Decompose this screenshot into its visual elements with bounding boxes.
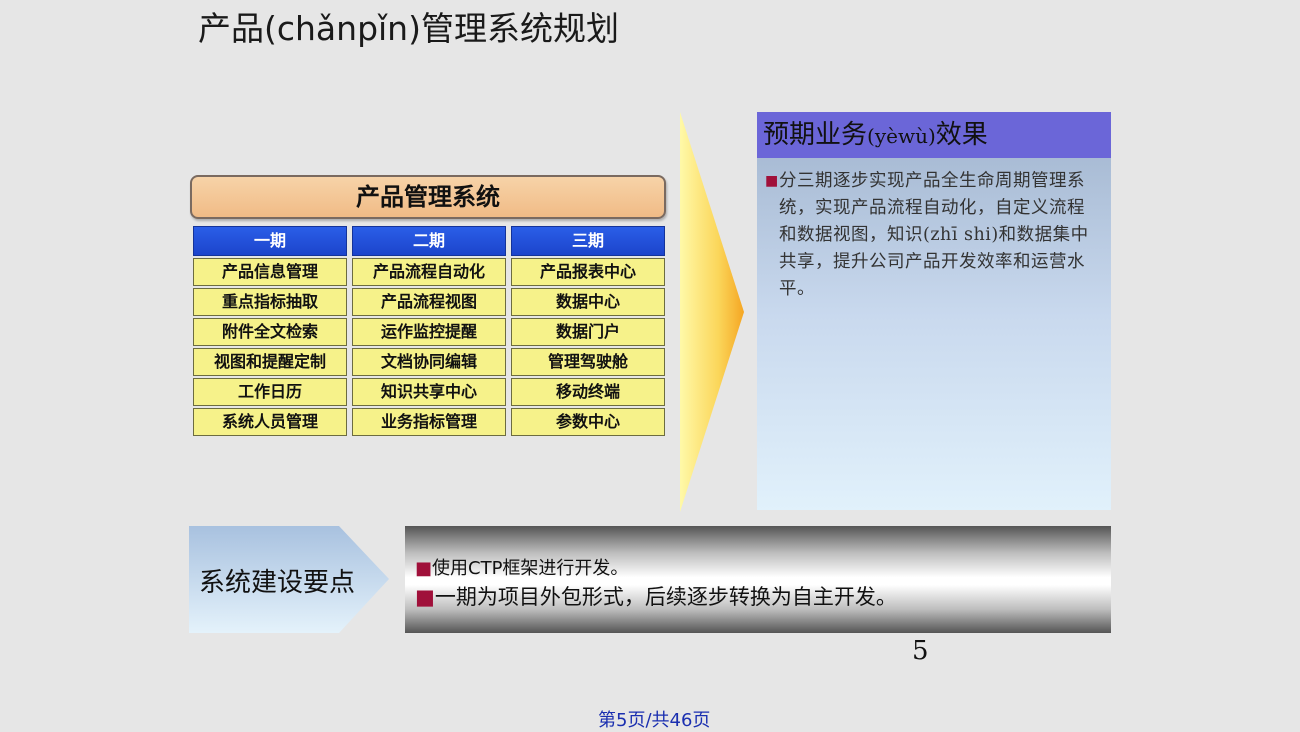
effect-panel-body: ■ 分三期逐步实现产品全生命周期管理系统，实现产品流程自动化，自定义流程和数据视… [757, 158, 1111, 510]
page-number: 5 [912, 636, 929, 666]
phase-item: 附件全文检索 [193, 318, 347, 346]
bullet-icon: ■ [415, 585, 435, 609]
phase-item: 数据门户 [511, 318, 665, 346]
phase-column-3: 三期 产品报表中心 数据中心 数据门户 管理驾驶舱 移动终端 参数中心 [511, 226, 665, 436]
effect-title-pinyin: (yèwù) [867, 124, 936, 148]
phase-item: 参数中心 [511, 408, 665, 436]
phase-item: 系统人员管理 [193, 408, 347, 436]
effect-panel-title: 预期业务(yèwù)效果 [757, 112, 1111, 158]
phase-item: 产品流程自动化 [352, 258, 506, 286]
page-footer: 第5页/共46页 [598, 710, 711, 731]
phase-item: 文档协同编辑 [352, 348, 506, 376]
effect-title-tail: 效果 [935, 120, 988, 150]
phase-item: 管理驾驶舱 [511, 348, 665, 376]
phase-item: 知识共享中心 [352, 378, 506, 406]
effect-title-main: 预期业务 [763, 120, 868, 150]
key-point-item: ■使用CTP框架进行开发。 [415, 554, 628, 580]
phase-item: 产品流程视图 [352, 288, 506, 316]
phase-header: 二期 [352, 226, 506, 256]
phase-item: 重点指标抽取 [193, 288, 347, 316]
slide-title: 产品(chǎnpǐn)管理系统规划 [198, 9, 619, 48]
key-point-item: ■一期为项目外包形式，后续逐步转换为自主开发。 [415, 581, 897, 611]
key-points-label: 系统建设要点 [199, 568, 356, 598]
chevron-arrow-icon [680, 112, 744, 512]
phase-item: 移动终端 [511, 378, 665, 406]
product-system-title: 产品管理系统 [190, 175, 666, 219]
phase-header: 一期 [193, 226, 347, 256]
key-points-bar: ■使用CTP框架进行开发。 ■一期为项目外包形式，后续逐步转换为自主开发。 [405, 526, 1111, 633]
bullet-icon: ■ [415, 558, 433, 579]
phase-item: 视图和提醒定制 [193, 348, 347, 376]
key-point-text: 使用CTP框架进行开发。 [432, 558, 629, 579]
phase-item: 运作监控提醒 [352, 318, 506, 346]
phase-column-2: 二期 产品流程自动化 产品流程视图 运作监控提醒 文档协同编辑 知识共享中心 业… [352, 226, 506, 436]
phase-item: 产品信息管理 [193, 258, 347, 286]
effect-paragraph: ■ 分三期逐步实现产品全生命周期管理系统，实现产品流程自动化，自定义流程和数据视… [765, 168, 1101, 303]
phase-item: 工作日历 [193, 378, 347, 406]
bullet-icon: ■ [765, 173, 779, 189]
phase-header: 三期 [511, 226, 665, 256]
effect-body-text: 分三期逐步实现产品全生命周期管理系统，实现产品流程自动化，自定义流程和数据视图，… [779, 171, 1089, 299]
phase-item: 业务指标管理 [352, 408, 506, 436]
key-point-text: 一期为项目外包形式，后续逐步转换为自主开发。 [434, 585, 897, 609]
phase-item: 产品报表中心 [511, 258, 665, 286]
phase-item: 数据中心 [511, 288, 665, 316]
phase-column-1: 一期 产品信息管理 重点指标抽取 附件全文检索 视图和提醒定制 工作日历 系统人… [193, 226, 347, 436]
